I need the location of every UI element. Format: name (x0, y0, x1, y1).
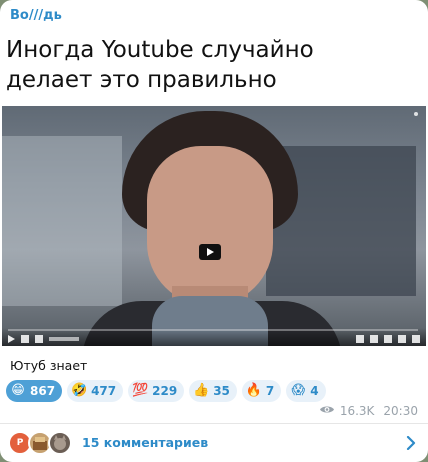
reaction-count: 867 (30, 384, 56, 398)
reaction-scream[interactable]: 😱 4 (286, 380, 326, 402)
video-settings-icon (370, 335, 378, 343)
reaction-count: 229 (152, 384, 178, 398)
reaction-grin[interactable]: 😁 867 (6, 380, 63, 402)
play-icon (199, 244, 221, 260)
reaction-count: 35 (213, 384, 230, 398)
video-time (49, 337, 79, 341)
image-title-text: Иногда Youtube случайно делает это прави… (6, 37, 314, 93)
video-next-icon (21, 335, 29, 343)
comments-button[interactable]: Р 15 комментариев (0, 424, 428, 462)
reactions-bar: 😁 867 🤣 477 💯 229 👍 35 🔥 7 😱 4 (6, 380, 326, 402)
reaction-count: 7 (265, 384, 275, 398)
video-fullscreen-icon (412, 335, 420, 343)
message-bubble: Во///дь Иногда Youtube случайно делает э… (0, 0, 428, 462)
comments-count-label: 15 комментариев (82, 435, 209, 450)
view-count: 16.3K (339, 404, 375, 418)
fire-emoji-icon: 🔥 (245, 383, 262, 398)
video-subtitles-icon (356, 335, 364, 343)
reaction-rofl[interactable]: 🤣 477 (67, 380, 124, 402)
hundred-emoji-icon: 💯 (132, 383, 149, 398)
reaction-hundred[interactable]: 💯 229 (128, 380, 185, 402)
rofl-emoji-icon: 🤣 (70, 383, 88, 398)
scream-emoji-icon: 😱 (291, 383, 306, 398)
video-play-icon (8, 335, 15, 343)
reaction-fire[interactable]: 🔥 7 (241, 380, 282, 402)
channel-name[interactable]: Во///дь (10, 8, 62, 23)
reaction-count: 4 (310, 384, 319, 398)
commenter-avatars: Р (8, 431, 74, 455)
video-theater-icon (398, 335, 406, 343)
video-miniplayer-icon (384, 335, 392, 343)
eye-icon (319, 404, 335, 418)
reaction-count: 477 (91, 384, 117, 398)
chevron-right-icon (406, 435, 416, 454)
post-time: 20:30 (383, 404, 418, 418)
post-image[interactable]: Иногда Youtube случайно делает это прави… (0, 27, 428, 349)
post-meta: 16.3K 20:30 (319, 404, 418, 418)
avatar (48, 431, 72, 455)
reaction-thumbs-up[interactable]: 👍 35 (189, 380, 237, 402)
grin-emoji-icon: 😁 (11, 383, 25, 398)
video-volume-icon (35, 335, 43, 343)
video-progress-bar (8, 329, 418, 331)
video-frame (2, 106, 426, 346)
post-caption: Ютуб знает (10, 358, 88, 373)
thumbs-up-emoji-icon: 👍 (193, 383, 210, 398)
person-face (147, 146, 273, 306)
